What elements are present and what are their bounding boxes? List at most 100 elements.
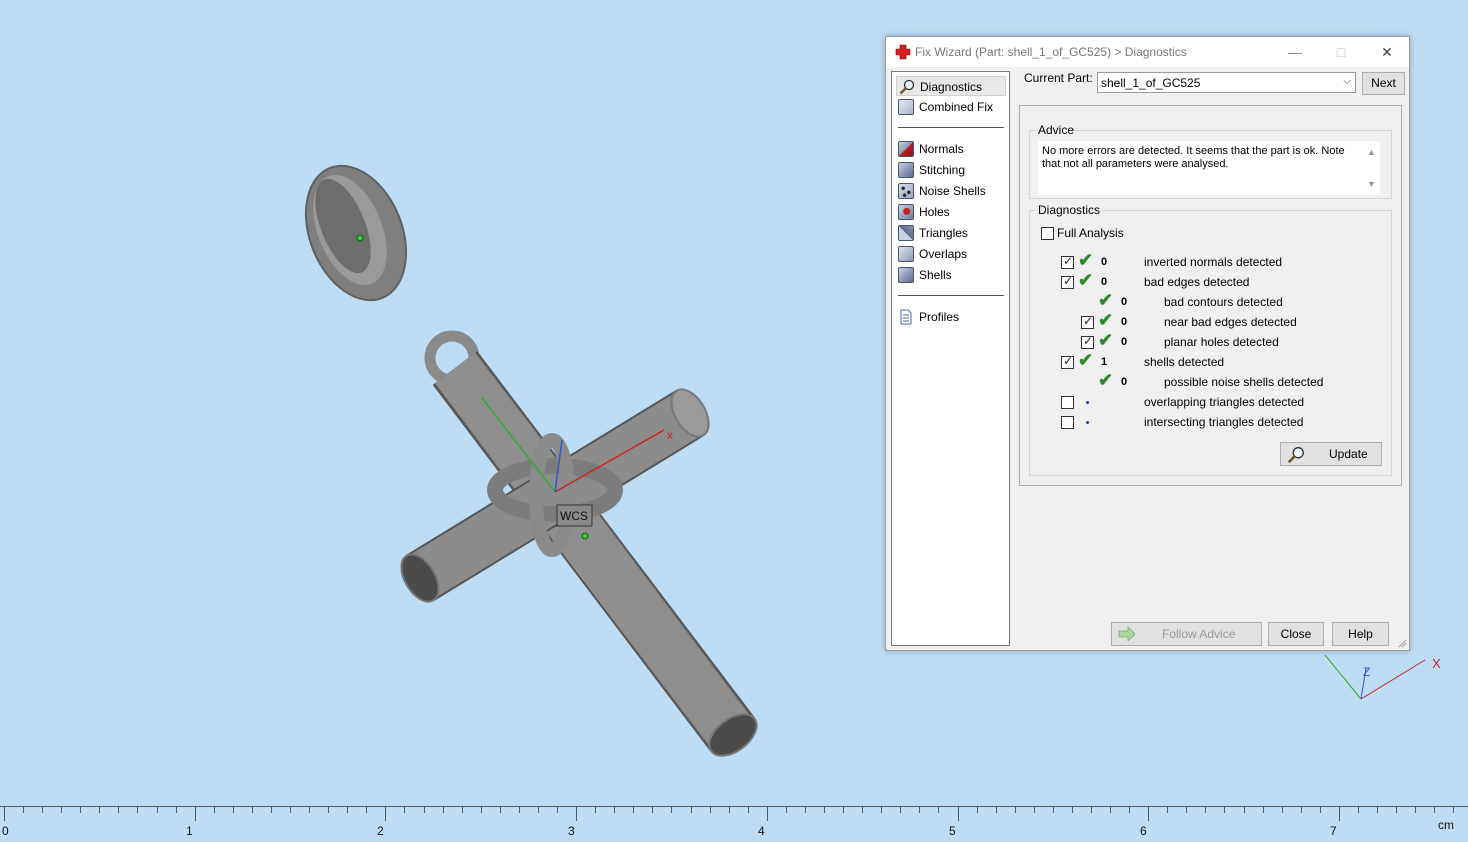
ruler-tick (366, 807, 367, 813)
nav-profiles[interactable]: Profiles (896, 307, 1006, 327)
nav-triangles[interactable]: Triangles (896, 223, 1006, 243)
ruler-tick (195, 807, 196, 821)
ruler-tick (1244, 807, 1245, 813)
ruler-tick (1282, 807, 1283, 813)
planar-holes-checkbox[interactable] (1081, 334, 1094, 349)
scroll-down-icon[interactable]: ▼ (1367, 179, 1376, 189)
ruler-label-3: 3 (568, 824, 575, 838)
update-button[interactable]: Update (1280, 442, 1382, 466)
close-window-button[interactable]: ✕ (1375, 43, 1399, 61)
shells-checkbox[interactable] (1061, 354, 1074, 369)
holes-cube-icon (898, 204, 914, 220)
ruler-tick (938, 807, 939, 813)
nav-shells[interactable]: Shells (896, 265, 1006, 285)
update-label: Update (1329, 447, 1368, 461)
full-analysis-checkbox[interactable] (1041, 227, 1054, 240)
ruler-tick (137, 807, 138, 813)
ruler-tick (1396, 807, 1397, 813)
nav-normals[interactable]: Normals (896, 139, 1006, 159)
noise-shells-icon (898, 183, 914, 199)
orientation-axes: X Z (1324, 654, 1441, 700)
check-ok-icon: ✔ (1078, 250, 1094, 270)
ruler-tick (1453, 807, 1454, 813)
pending-dot-icon (1086, 401, 1089, 404)
advice-text: No more errors are detected. It seems th… (1042, 145, 1345, 170)
ruler-unit: cm (1438, 818, 1454, 832)
current-part-select[interactable]: shell_1_of_GC525 ⌵ (1097, 72, 1356, 93)
cross-part[interactable] (394, 330, 764, 764)
ruler-tick (538, 807, 539, 813)
ruler-tick (1034, 807, 1035, 813)
shells-count: 1 (1101, 356, 1108, 368)
nav-combined-fix[interactable]: Combined Fix (896, 97, 1006, 117)
ruler-tick (1224, 807, 1225, 813)
nav-label: Combined Fix (919, 100, 994, 114)
mini-axis-x-label: X (1432, 656, 1441, 671)
ruler-tick (595, 807, 596, 813)
nav-overlaps[interactable]: Overlaps (896, 244, 1006, 264)
near-bad-edges-label: near bad edges detected (1164, 315, 1297, 329)
nav-noise-shells[interactable]: Noise Shells (896, 181, 1006, 201)
dialog-titlebar[interactable]: Fix Wizard (Part: shell_1_of_GC525) > Di… (886, 37, 1409, 67)
ruler-tick (729, 807, 730, 813)
magnifier-icon (1287, 447, 1304, 464)
ruler-tick (1301, 807, 1302, 813)
ruler-tick (1129, 807, 1130, 813)
check-ok-icon: ✔ (1098, 330, 1114, 350)
overlaps-cube-icon (898, 246, 914, 262)
ruler-tick (557, 807, 558, 813)
maximize-button[interactable]: □ (1329, 43, 1353, 61)
inverted-normals-checkbox[interactable] (1061, 254, 1074, 269)
check-ok-icon: ✔ (1078, 270, 1094, 290)
ruler: 0 1 2 3 4 5 6 7 cm (0, 806, 1468, 842)
ruler-tick (576, 807, 577, 821)
triangles-cube-icon (898, 225, 914, 241)
document-icon (900, 309, 912, 325)
scroll-up-icon[interactable]: ▲ (1367, 147, 1376, 157)
ruler-tick (1148, 807, 1149, 821)
ruler-tick (1434, 807, 1435, 813)
advice-textbox[interactable]: No more errors are detected. It seems th… (1038, 141, 1380, 195)
ruler-tick (404, 807, 405, 813)
ruler-tick (1358, 807, 1359, 813)
ruler-tick (80, 807, 81, 813)
nav-label: Triangles (919, 226, 968, 240)
nav-stitching[interactable]: Stitching (896, 160, 1006, 180)
cube-icon (898, 99, 914, 115)
ruler-tick (1415, 807, 1416, 813)
check-ok-icon: ✔ (1098, 370, 1114, 390)
noise-shells-label: possible noise shells detected (1164, 375, 1324, 389)
minimize-button[interactable]: — (1283, 43, 1307, 61)
follow-advice-button[interactable]: Follow Advice (1111, 622, 1262, 646)
nav-diagnostics[interactable]: Diagnostics (896, 76, 1006, 96)
ruler-tick (271, 807, 272, 813)
nav-label: Shells (919, 268, 952, 282)
help-button[interactable]: Help (1332, 622, 1389, 646)
ruler-tick (1205, 807, 1206, 813)
dialog-title: Fix Wizard (Part: shell_1_of_GC525) > Di… (915, 45, 1187, 59)
mini-axis-z-label: Z (1363, 665, 1370, 679)
ruler-baseline (0, 806, 1468, 807)
ruler-tick (1091, 807, 1092, 813)
close-button[interactable]: Close (1268, 622, 1324, 646)
overlapping-triangles-checkbox[interactable] (1061, 396, 1074, 409)
intersecting-triangles-checkbox[interactable] (1061, 416, 1074, 429)
diagnostics-panel: Advice No more errors are detected. It s… (1019, 105, 1402, 486)
ring-part[interactable] (287, 151, 425, 315)
ruler-tick (481, 807, 482, 813)
next-button[interactable]: Next (1362, 72, 1405, 95)
resize-grip-icon[interactable] (1397, 638, 1407, 648)
bad-edges-checkbox[interactable] (1061, 274, 1074, 289)
ring-center-marker (356, 234, 364, 242)
bad-contours-label: bad contours detected (1164, 295, 1283, 309)
advice-scrollbar[interactable]: ▲ ▼ (1363, 141, 1380, 195)
current-part-value: shell_1_of_GC525 (1101, 76, 1201, 90)
ruler-tick (881, 807, 882, 813)
nav-divider (898, 295, 1004, 296)
near-bad-edges-checkbox[interactable] (1081, 314, 1094, 329)
ruler-tick (996, 807, 997, 813)
full-analysis-label: Full Analysis (1057, 226, 1124, 240)
pending-dot-icon (1086, 421, 1089, 424)
ruler-tick (443, 807, 444, 813)
nav-holes[interactable]: Holes (896, 202, 1006, 222)
